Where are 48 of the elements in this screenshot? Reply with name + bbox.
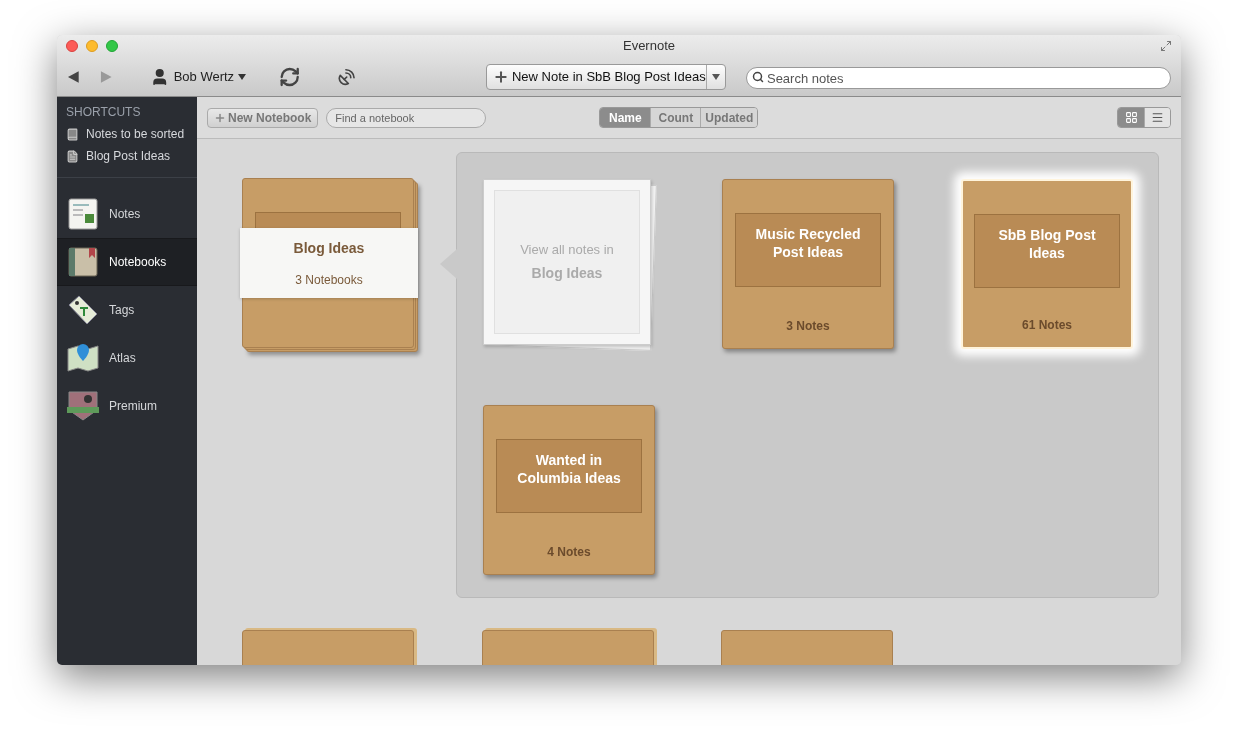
grid-icon [1124, 111, 1138, 124]
stack-title: Blog Ideas [293, 238, 365, 258]
search-icon [751, 70, 764, 83]
sidebar-item[interactable]: Premium [57, 382, 197, 430]
shortcut-link[interactable]: Blog Post Ideas [86, 147, 171, 165]
shortcuts-heading: SHORTCUTS [66, 104, 142, 121]
account-menu[interactable]: Bob Wertz [173, 66, 247, 87]
caret-icon [711, 73, 720, 80]
window-title: Evernote [621, 37, 676, 56]
caret-icon [238, 73, 247, 80]
back-arrow-icon[interactable] [67, 69, 81, 84]
sidebar-item[interactable]: Notes [57, 190, 197, 238]
document-icon [66, 149, 79, 163]
grid-view-button[interactable] [1118, 108, 1144, 127]
document-icon [66, 197, 100, 231]
sidebar-item[interactable]: Tags [57, 286, 197, 334]
plus-icon [214, 111, 226, 124]
stack-name: Blog Ideas [531, 263, 603, 283]
sync-icon[interactable] [279, 65, 301, 88]
find-notebook-field[interactable]: Find a notebook [326, 107, 487, 128]
view-all-label: View all notes in [520, 241, 614, 260]
new-note-button[interactable]: New Note in SbB Blog Post Ideas [486, 64, 706, 89]
note-count: 61 Notes [1022, 317, 1072, 334]
sidebar-item[interactable]: Atlas [57, 334, 197, 382]
list-icon [1151, 111, 1164, 124]
tag-icon [66, 293, 100, 327]
shield-icon [66, 389, 100, 423]
notebook-title: SbB Blog Post Ideas [997, 226, 1097, 262]
notebook-title: Music Recycled Post Ideas [754, 225, 862, 261]
sidebar-item[interactable]: Notebooks [57, 238, 197, 286]
notebook-stack[interactable]: Blog Ideas 3 Notebooks [242, 178, 418, 352]
search-field[interactable]: Search notes [745, 67, 1171, 89]
list-view-button[interactable] [1144, 108, 1170, 127]
notebook-icon [66, 245, 100, 279]
forward-arrow-icon[interactable] [98, 69, 113, 84]
notebook-title: Wanted in Columbia Ideas [516, 451, 622, 487]
minimize-button[interactable] [86, 40, 98, 52]
fullscreen-icon[interactable] [1160, 40, 1172, 52]
zoom-button[interactable] [106, 40, 118, 52]
notebook-count: 3 Notebooks [295, 271, 363, 289]
note-count: 4 Notes [547, 544, 591, 561]
map-icon [66, 341, 100, 375]
note-count: 3 Notes [786, 318, 830, 335]
satellite-dish-icon[interactable] [336, 66, 356, 87]
plus-icon [492, 68, 509, 85]
shortcut-link[interactable]: Notes to be sorted [86, 125, 185, 143]
notebook-icon [66, 127, 79, 141]
close-button[interactable] [66, 40, 78, 52]
